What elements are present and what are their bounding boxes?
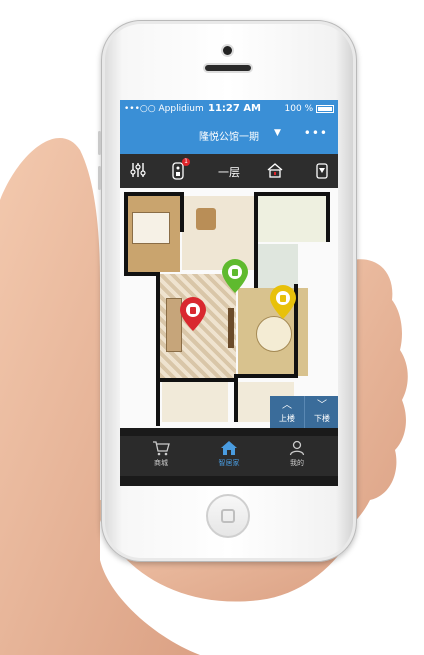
front-camera (223, 46, 232, 55)
status-bar: •••○○ Applidium 11:27 AM 100 % (120, 102, 338, 116)
phone-screen: •••○○ Applidium 11:27 AM 100 % 隆悦公馆一期 ▼ … (120, 100, 338, 486)
kitchen (258, 196, 328, 242)
more-menu-button[interactable]: ••• (304, 126, 328, 140)
earpiece-speaker (205, 65, 251, 71)
lamp-icon[interactable] (316, 162, 328, 184)
bottom-nav: 商城 智居家 我的 (120, 436, 338, 476)
floor-down-button[interactable]: ﹀ 下楼 (304, 396, 338, 428)
nav-label: 智居家 (218, 459, 240, 467)
device-pin-green[interactable] (220, 258, 250, 294)
bed (132, 212, 170, 244)
battery-label: 100 % (284, 104, 314, 114)
floor-plan[interactable] (120, 188, 338, 428)
remote-icon[interactable] (172, 162, 184, 184)
nav-label: 我的 (290, 459, 304, 467)
carrier-label: •••○○ Applidium (124, 104, 204, 114)
floor-down-label: 下楼 (314, 414, 330, 423)
round-bed (256, 316, 292, 352)
floor-switcher: ︿ 上楼 ﹀ 下楼 (270, 396, 338, 428)
device-toolbar: 1 一层 (120, 154, 338, 188)
clock: 11:27 AM (208, 103, 262, 114)
community-selector[interactable]: 隆悦公馆一期 ▼ ••• (120, 126, 338, 143)
app-header: •••○○ Applidium 11:27 AM 100 % 隆悦公馆一期 ▼ … (120, 100, 338, 154)
floor-label[interactable]: 一层 (218, 164, 240, 180)
notification-badge: 1 (182, 158, 190, 166)
chevron-up-icon: ︿ (282, 400, 292, 411)
volume-button (98, 166, 101, 190)
sliders-icon[interactable] (130, 162, 146, 182)
floor-up-label: 上楼 (279, 414, 295, 423)
floor-up-button[interactable]: ︿ 上楼 (270, 396, 304, 428)
device-pin-yellow[interactable] (268, 284, 298, 320)
nav-item-smart-home[interactable]: 智居家 (204, 440, 254, 468)
home-button-square (221, 509, 235, 523)
device-pin-red[interactable] (178, 296, 208, 332)
nav-item-mall[interactable]: 商城 (136, 440, 186, 468)
phone-device: •••○○ Applidium 11:27 AM 100 % 隆悦公馆一期 ▼ … (98, 20, 357, 562)
home-button[interactable] (206, 494, 250, 538)
home-icon (204, 440, 254, 458)
tv-cabinet (228, 308, 234, 348)
cart-icon (136, 440, 186, 458)
chevron-down-icon: ﹀ (317, 400, 327, 411)
volume-button (98, 131, 101, 155)
bathroom (258, 244, 298, 288)
dining-table (196, 208, 216, 230)
caret-down-icon[interactable]: ▼ (274, 128, 281, 138)
battery-icon (316, 104, 334, 113)
balcony-left (162, 382, 228, 422)
user-icon (272, 440, 322, 458)
page-title: 隆悦公馆一期 (199, 132, 259, 143)
home-lock-icon[interactable] (266, 162, 284, 182)
nav-item-profile[interactable]: 我的 (272, 440, 322, 468)
nav-label: 商城 (154, 459, 168, 467)
battery-indicator: 100 % (285, 104, 334, 114)
